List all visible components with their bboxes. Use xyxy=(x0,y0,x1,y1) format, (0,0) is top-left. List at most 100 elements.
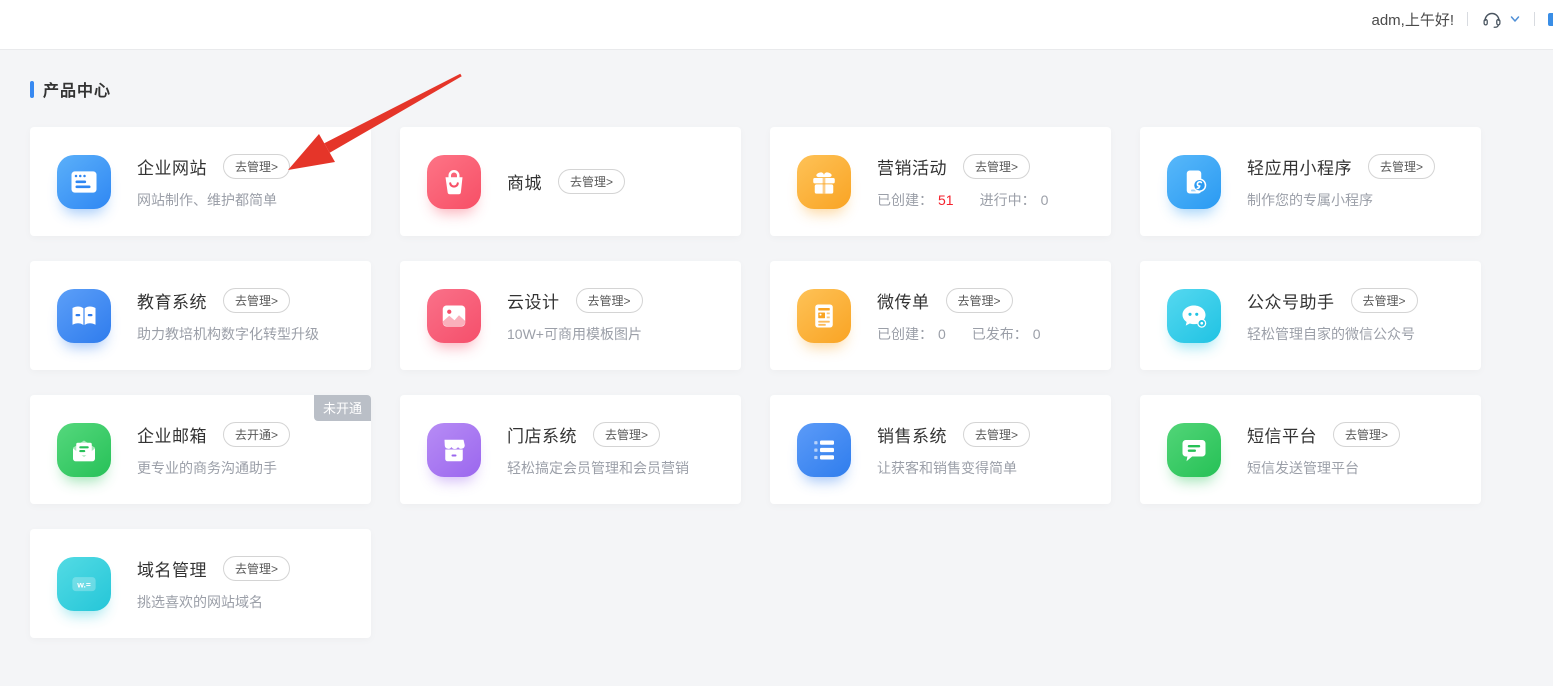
card-action-button[interactable]: 去管理> xyxy=(558,169,625,194)
product-subtitle: 短信发送管理平台 xyxy=(1247,458,1400,478)
product-title: 域名管理 xyxy=(137,556,207,581)
cut-off-blue-icon[interactable] xyxy=(1548,13,1553,26)
card-info: 轻应用小程序 去管理> 制作您的专属小程序 xyxy=(1247,154,1435,210)
user-greeting: adm,上午好! xyxy=(1371,9,1454,30)
list-icon xyxy=(797,423,851,477)
product-subtitle: 制作您的专属小程序 xyxy=(1247,190,1435,210)
stat-label: 已发布： xyxy=(972,326,1028,342)
stat-value: 0 xyxy=(1041,192,1049,208)
top-header: adm,上午好! xyxy=(0,0,1553,50)
card-info: 销售系统 去管理> 让获客和销售变得简单 xyxy=(877,422,1030,478)
card-info: 微传单 去管理> 已创建：0 已发布： 0 xyxy=(877,288,1067,344)
product-grid: 企业网站 去管理> 网站制作、维护都简单 商城 去管理> 营销活动 去管理> xyxy=(30,127,1553,638)
header-divider xyxy=(1534,12,1535,26)
card-info: 教育系统 去管理> 助力教培机构数字化转型升级 xyxy=(137,288,319,344)
open-mail-icon xyxy=(57,423,111,477)
product-title: 企业邮箱 xyxy=(137,422,207,447)
stat-label: 已创建： xyxy=(877,326,933,342)
product-subtitle: 轻松管理自家的微信公众号 xyxy=(1247,324,1418,344)
product-subtitle: 10W+可商用模板图片 xyxy=(507,324,643,344)
section-header: 产品中心 xyxy=(30,80,1553,98)
product-card[interactable]: 公众号助手 去管理> 轻松管理自家的微信公众号 xyxy=(1140,261,1481,370)
product-subtitle: 挑选喜欢的网站域名 xyxy=(137,592,290,612)
svg-text:w.=: w.= xyxy=(76,579,91,589)
product-card[interactable]: 教育系统 去管理> 助力教培机构数字化转型升级 xyxy=(30,261,371,370)
card-action-button[interactable]: 去管理> xyxy=(946,288,1013,313)
product-card[interactable]: 未开通 企业邮箱 去开通> 更专业的商务沟通助手 xyxy=(30,395,371,504)
product-card[interactable]: 营销活动 去管理> 已创建： 51 进行中：0 xyxy=(770,127,1111,236)
product-title: 轻应用小程序 xyxy=(1247,154,1352,179)
product-card[interactable]: 销售系统 去管理> 让获客和销售变得简单 xyxy=(770,395,1111,504)
product-title: 教育系统 xyxy=(137,288,207,313)
headset-icon[interactable] xyxy=(1481,8,1503,30)
product-card[interactable]: w.= 域名管理 去管理> 挑选喜欢的网站域名 xyxy=(30,529,371,638)
card-info: 营销活动 去管理> 已创建： 51 进行中：0 xyxy=(877,154,1074,210)
stat-item: 已发布： 0 xyxy=(972,326,1041,342)
product-title: 门店系统 xyxy=(507,422,577,447)
domain-tag-icon: w.= xyxy=(57,557,111,611)
stat-value: 0 xyxy=(1033,326,1041,342)
stat-value: 51 xyxy=(938,192,954,208)
product-title: 短信平台 xyxy=(1247,422,1317,447)
product-title: 营销活动 xyxy=(877,154,947,179)
stat-item: 已创建：0 xyxy=(877,326,946,342)
page-title: 产品中心 xyxy=(43,77,111,101)
card-action-button[interactable]: 去管理> xyxy=(1351,288,1418,313)
status-badge: 未开通 xyxy=(314,395,371,421)
product-title: 销售系统 xyxy=(877,422,947,447)
gift-icon xyxy=(797,155,851,209)
product-card[interactable]: 商城 去管理> xyxy=(400,127,741,236)
storefront-icon xyxy=(427,423,481,477)
stat-item: 进行中：0 xyxy=(980,192,1049,208)
open-book-icon xyxy=(57,289,111,343)
card-info: 企业网站 去管理> 网站制作、维护都简单 xyxy=(137,154,290,210)
product-subtitle: 让获客和销售变得简单 xyxy=(877,458,1030,478)
title-accent-bar xyxy=(30,81,34,98)
card-action-button[interactable]: 去管理> xyxy=(963,154,1030,179)
product-card[interactable]: 门店系统 去管理> 轻松搞定会员管理和会员营销 xyxy=(400,395,741,504)
product-subtitle: 轻松搞定会员管理和会员营销 xyxy=(507,458,689,478)
card-info: 公众号助手 去管理> 轻松管理自家的微信公众号 xyxy=(1247,288,1418,344)
card-action-button[interactable]: 去管理> xyxy=(593,422,660,447)
chevron-down-icon[interactable] xyxy=(1509,13,1521,25)
miniapp-phone-icon xyxy=(1167,155,1221,209)
product-title: 企业网站 xyxy=(137,154,207,179)
support-menu[interactable] xyxy=(1481,8,1521,30)
card-action-button[interactable]: 去管理> xyxy=(1333,422,1400,447)
card-action-button[interactable]: 去开通> xyxy=(223,422,290,447)
product-subtitle: 更专业的商务沟通助手 xyxy=(137,458,290,478)
mall-bag-icon xyxy=(427,155,481,209)
image-icon xyxy=(427,289,481,343)
product-card[interactable]: 云设计 去管理> 10W+可商用模板图片 xyxy=(400,261,741,370)
product-card[interactable]: 企业网站 去管理> 网站制作、维护都简单 xyxy=(30,127,371,236)
product-subtitle: 助力教培机构数字化转型升级 xyxy=(137,324,319,344)
stat-item: 已创建： 51 xyxy=(877,192,954,208)
card-action-button[interactable]: 去管理> xyxy=(223,288,290,313)
product-subtitle: 网站制作、维护都简单 xyxy=(137,190,290,210)
product-subtitle: 已创建：0 已发布： 0 xyxy=(877,324,1067,344)
card-action-button[interactable]: 去管理> xyxy=(223,154,290,179)
product-card[interactable]: 轻应用小程序 去管理> 制作您的专属小程序 xyxy=(1140,127,1481,236)
card-action-button[interactable]: 去管理> xyxy=(223,556,290,581)
card-info: 域名管理 去管理> 挑选喜欢的网站域名 xyxy=(137,556,290,612)
card-action-button[interactable]: 去管理> xyxy=(963,422,1030,447)
flyer-icon xyxy=(797,289,851,343)
product-title: 云设计 xyxy=(507,288,560,313)
card-action-button[interactable]: 去管理> xyxy=(1368,154,1435,179)
header-user-area: adm,上午好! xyxy=(1371,2,1553,36)
product-title: 公众号助手 xyxy=(1247,288,1335,313)
website-icon xyxy=(57,155,111,209)
sms-bubble-icon xyxy=(1167,423,1221,477)
stat-label: 已创建： xyxy=(877,192,933,208)
wechat-gear-icon xyxy=(1167,289,1221,343)
product-title: 微传单 xyxy=(877,288,930,313)
card-action-button[interactable]: 去管理> xyxy=(576,288,643,313)
card-info: 商城 去管理> xyxy=(507,169,625,194)
product-title: 商城 xyxy=(507,169,542,194)
card-info: 短信平台 去管理> 短信发送管理平台 xyxy=(1247,422,1400,478)
product-card[interactable]: 微传单 去管理> 已创建：0 已发布： 0 xyxy=(770,261,1111,370)
product-card[interactable]: 短信平台 去管理> 短信发送管理平台 xyxy=(1140,395,1481,504)
card-info: 企业邮箱 去开通> 更专业的商务沟通助手 xyxy=(137,422,290,478)
card-info: 门店系统 去管理> 轻松搞定会员管理和会员营销 xyxy=(507,422,689,478)
card-info: 云设计 去管理> 10W+可商用模板图片 xyxy=(507,288,643,344)
